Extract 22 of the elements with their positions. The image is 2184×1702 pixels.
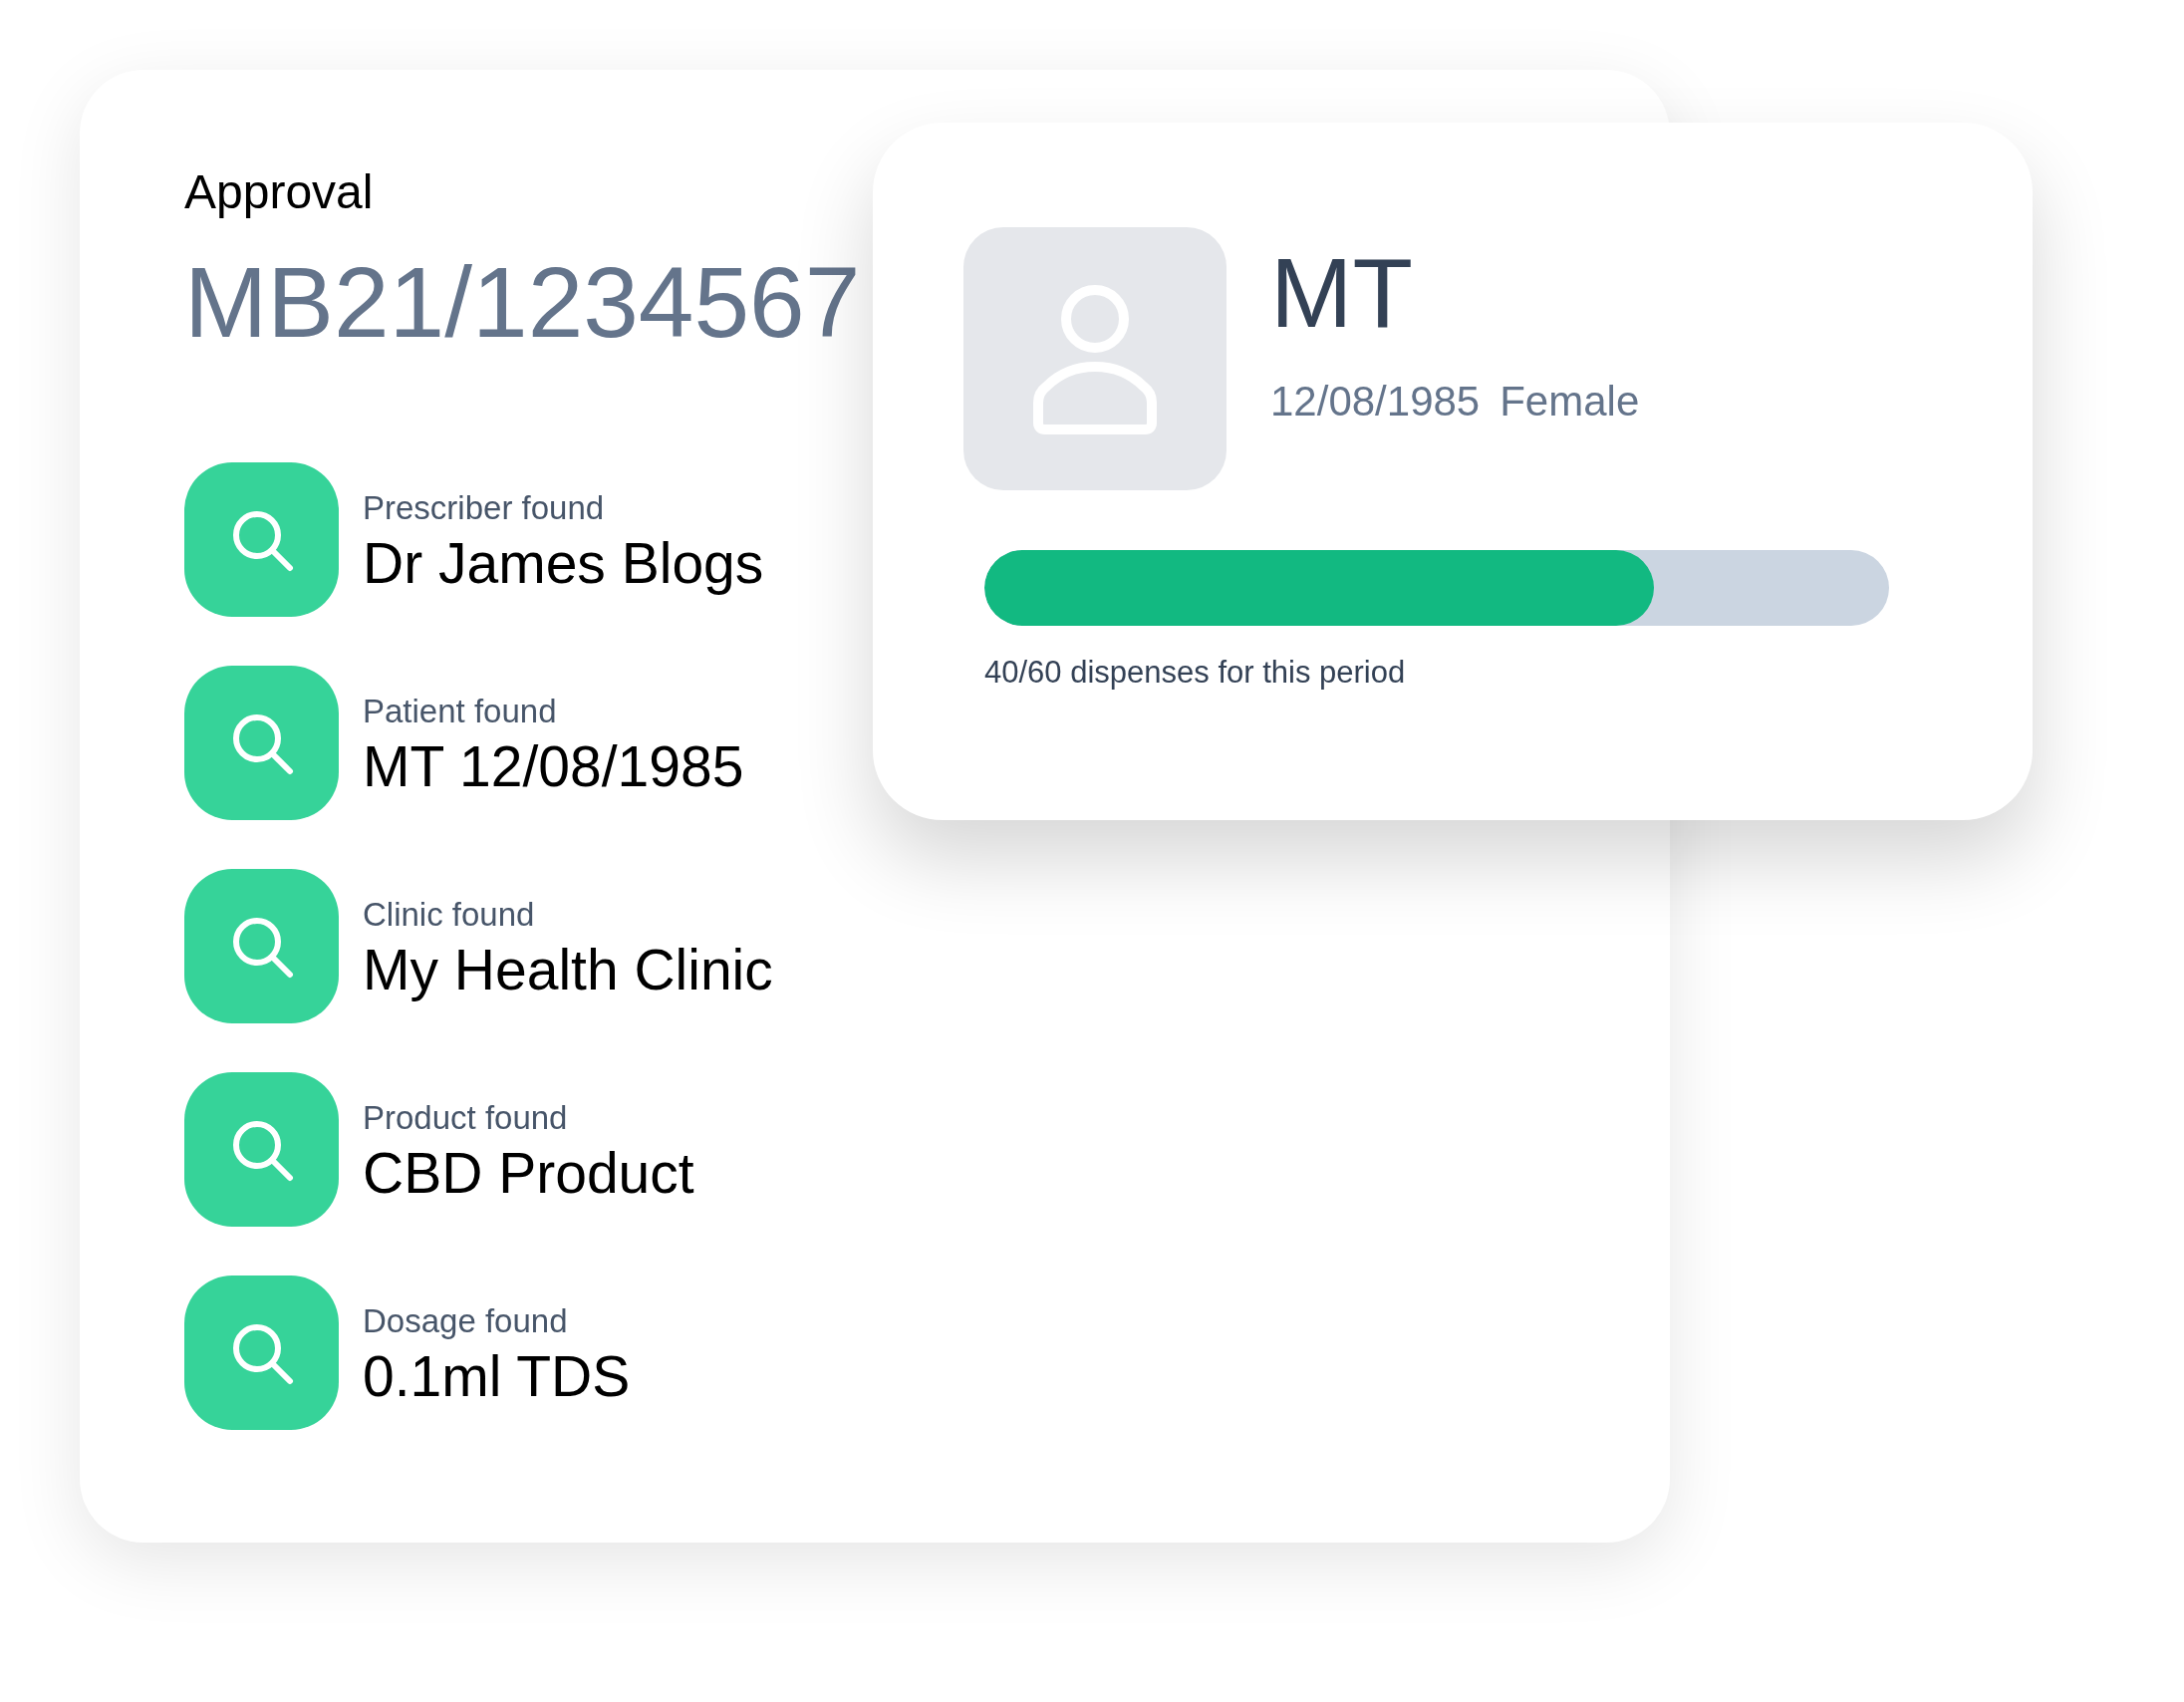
- patient-dob: 12/08/1985: [1270, 377, 1481, 426]
- finding-value: Dr James Blogs: [363, 529, 764, 596]
- finding-label: Prescriber found: [363, 487, 606, 528]
- approval-title: Approval: [184, 164, 374, 220]
- dispense-count-caption: 40/60 dispenses for this period: [984, 654, 1406, 691]
- search-icon: [184, 1276, 339, 1430]
- finding-value: CBD Product: [363, 1139, 694, 1206]
- finding-label: Product found: [363, 1097, 569, 1138]
- finding-label: Dosage found: [363, 1300, 569, 1341]
- patient-initials: MT: [1270, 238, 1413, 347]
- finding-label: Patient found: [363, 691, 558, 731]
- search-icon: [184, 462, 339, 617]
- search-icon: [184, 1072, 339, 1227]
- approval-number: MB21/1234567: [184, 245, 861, 360]
- search-icon: [184, 869, 339, 1023]
- finding-value: 0.1ml TDS: [363, 1342, 631, 1409]
- person-icon: [963, 227, 1227, 490]
- patient-sex: Female: [1500, 377, 1640, 426]
- finding-value: My Health Clinic: [363, 936, 773, 1002]
- finding-value: MT 12/08/1985: [363, 732, 744, 799]
- finding-label: Clinic found: [363, 894, 536, 935]
- search-icon: [184, 666, 339, 820]
